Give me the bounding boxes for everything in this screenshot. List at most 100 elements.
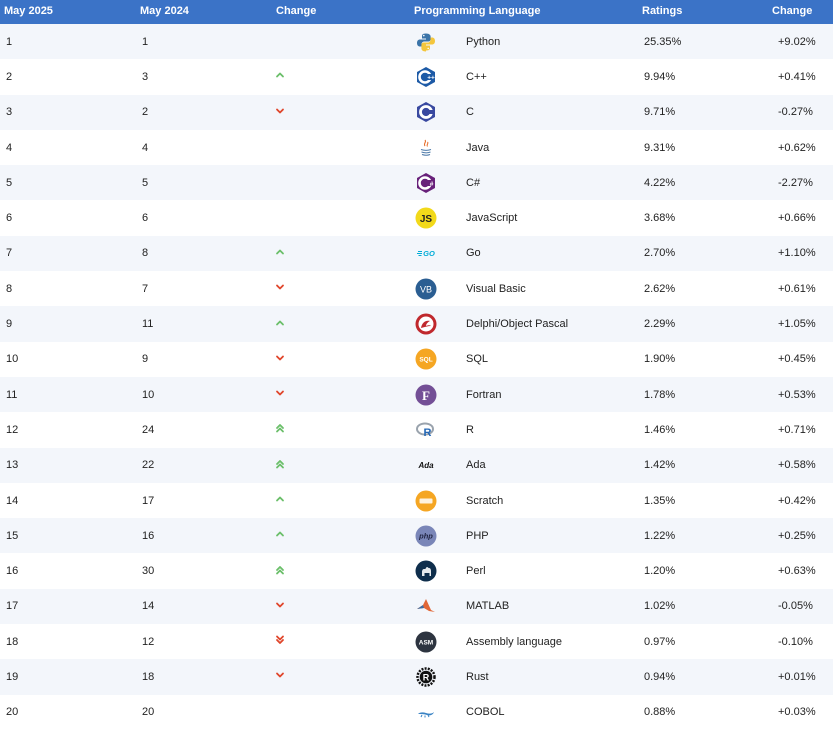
rank-2025: 4 <box>6 141 13 154</box>
language-name[interactable]: Fortran <box>463 377 638 412</box>
header-programming-language[interactable]: Programming Language <box>410 0 638 24</box>
rank-2024: 16 <box>142 529 155 542</box>
rating: 4.22% <box>644 176 676 189</box>
trend-cell <box>272 342 410 377</box>
rating-change: +0.41% <box>778 70 816 83</box>
rating: 2.29% <box>644 318 676 331</box>
language-name[interactable]: Delphi/Object Pascal <box>463 306 638 341</box>
svg-text:++: ++ <box>427 74 435 81</box>
rating-change: -0.27% <box>778 106 813 119</box>
rank-2025: 16 <box>6 565 19 578</box>
language-name[interactable]: Python <box>463 24 638 59</box>
svg-text:#: # <box>430 181 434 188</box>
rating-change: +1.10% <box>778 247 816 260</box>
language-logo-cell: VB <box>410 271 463 306</box>
language-logo-cell: GO <box>410 236 463 271</box>
table-row: 4 4 Java 9.31% +0.62% <box>0 129 833 166</box>
language-name[interactable]: Scratch <box>463 483 638 518</box>
rank-2024: 4 <box>142 141 149 154</box>
svg-text:VB: VB <box>420 284 432 294</box>
rating-change: -0.05% <box>778 600 813 613</box>
language-name[interactable]: SQL <box>463 342 638 377</box>
language-logo-cell <box>410 553 463 588</box>
svg-text:Ada: Ada <box>417 461 434 470</box>
rank-2024: 8 <box>142 247 149 260</box>
rating: 3.68% <box>644 212 676 225</box>
table-row: 3 2 C 9.71% -0.27% <box>0 94 833 130</box>
language-name[interactable]: Go <box>463 236 638 271</box>
table-row: 20 20 COBOL 0.88% +0.03% <box>0 694 833 730</box>
rating-change: +0.61% <box>778 282 816 295</box>
table-row: 15 16 php PHP 1.22% +0.25% <box>0 518 833 554</box>
language-name[interactable]: Visual Basic <box>463 271 638 306</box>
chevron-up-icon <box>276 531 284 537</box>
language-name[interactable]: COBOL <box>463 695 638 730</box>
language-name[interactable]: C++ <box>463 59 638 94</box>
language-logo-cell: Ada <box>410 448 463 483</box>
svg-text:R: R <box>424 427 432 439</box>
rank-2024: 17 <box>142 494 155 507</box>
rank-2024: 6 <box>142 212 149 225</box>
rating: 0.88% <box>644 706 676 719</box>
rating-change: +9.02% <box>778 35 816 48</box>
rank-2025: 7 <box>6 247 13 260</box>
table-row: 1 1 Python 25.35% +9.02% <box>0 24 833 60</box>
php-logo: php <box>415 525 437 547</box>
matlab-logo <box>417 599 435 613</box>
header-may-2025[interactable]: May 2025 <box>0 0 136 24</box>
rating-change: +0.66% <box>778 212 816 225</box>
vb-logo: VB <box>415 278 437 300</box>
language-name[interactable]: JavaScript <box>463 200 638 235</box>
rank-2024: 22 <box>142 459 155 472</box>
language-name[interactable]: Rust <box>463 659 638 694</box>
csharp-logo: # <box>417 172 435 193</box>
language-name[interactable]: C# <box>463 165 638 200</box>
rank-2024: 24 <box>142 423 155 436</box>
scratch-logo <box>415 490 437 511</box>
language-name[interactable]: PHP <box>463 518 638 553</box>
language-logo-cell <box>410 695 463 730</box>
rank-2025: 8 <box>6 282 13 295</box>
svg-text:GO: GO <box>423 249 435 258</box>
language-name[interactable]: Ada <box>463 448 638 483</box>
svg-text:php: php <box>418 531 433 540</box>
language-name[interactable]: MATLAB <box>463 589 638 624</box>
ada-logo: Ada <box>417 461 434 470</box>
table-row: 7 8 GO Go 2.70% +1.10% <box>0 235 833 272</box>
table-row: 5 5 # C# 4.22% -2.27% <box>0 165 833 201</box>
rank-2024: 10 <box>142 388 155 401</box>
language-name[interactable]: R <box>463 412 638 447</box>
trend-cell <box>272 377 410 412</box>
chevron-up-icon <box>276 73 284 78</box>
header-change[interactable]: Change <box>272 0 410 24</box>
rank-2025: 1 <box>6 35 13 48</box>
rating-change: +0.25% <box>778 529 816 542</box>
language-name[interactable]: Assembly language <box>463 624 638 659</box>
chevron-up-icon <box>276 320 284 325</box>
table-row: 19 18 R Rust 0.94% +0.01% <box>0 659 833 695</box>
fortran-logo: F <box>415 384 437 406</box>
c-logo <box>417 102 435 123</box>
header-rating-change[interactable]: Change <box>772 0 833 24</box>
double-chevron-up-icon <box>276 565 284 574</box>
cobol-logo <box>418 712 434 718</box>
sql-logo: SQL <box>415 348 437 370</box>
rating: 2.62% <box>644 282 676 295</box>
language-name[interactable]: Perl <box>463 553 638 588</box>
chevron-up-icon <box>276 249 284 255</box>
chevron-down-icon <box>276 355 284 361</box>
rank-2024: 20 <box>142 706 155 719</box>
delphi-logo <box>415 313 437 335</box>
language-name[interactable]: Java <box>463 130 638 165</box>
rating-change: +0.71% <box>778 423 816 436</box>
trend-cell <box>272 165 410 200</box>
header-may-2024[interactable]: May 2024 <box>136 0 272 24</box>
rating: 1.42% <box>644 459 676 472</box>
header-ratings[interactable]: Ratings <box>638 0 772 24</box>
language-name[interactable]: C <box>463 95 638 130</box>
rank-2025: 2 <box>6 70 13 83</box>
language-logo-cell <box>410 130 463 165</box>
java-logo <box>420 139 432 156</box>
python-logo <box>417 33 435 52</box>
rank-2024: 30 <box>142 565 155 578</box>
